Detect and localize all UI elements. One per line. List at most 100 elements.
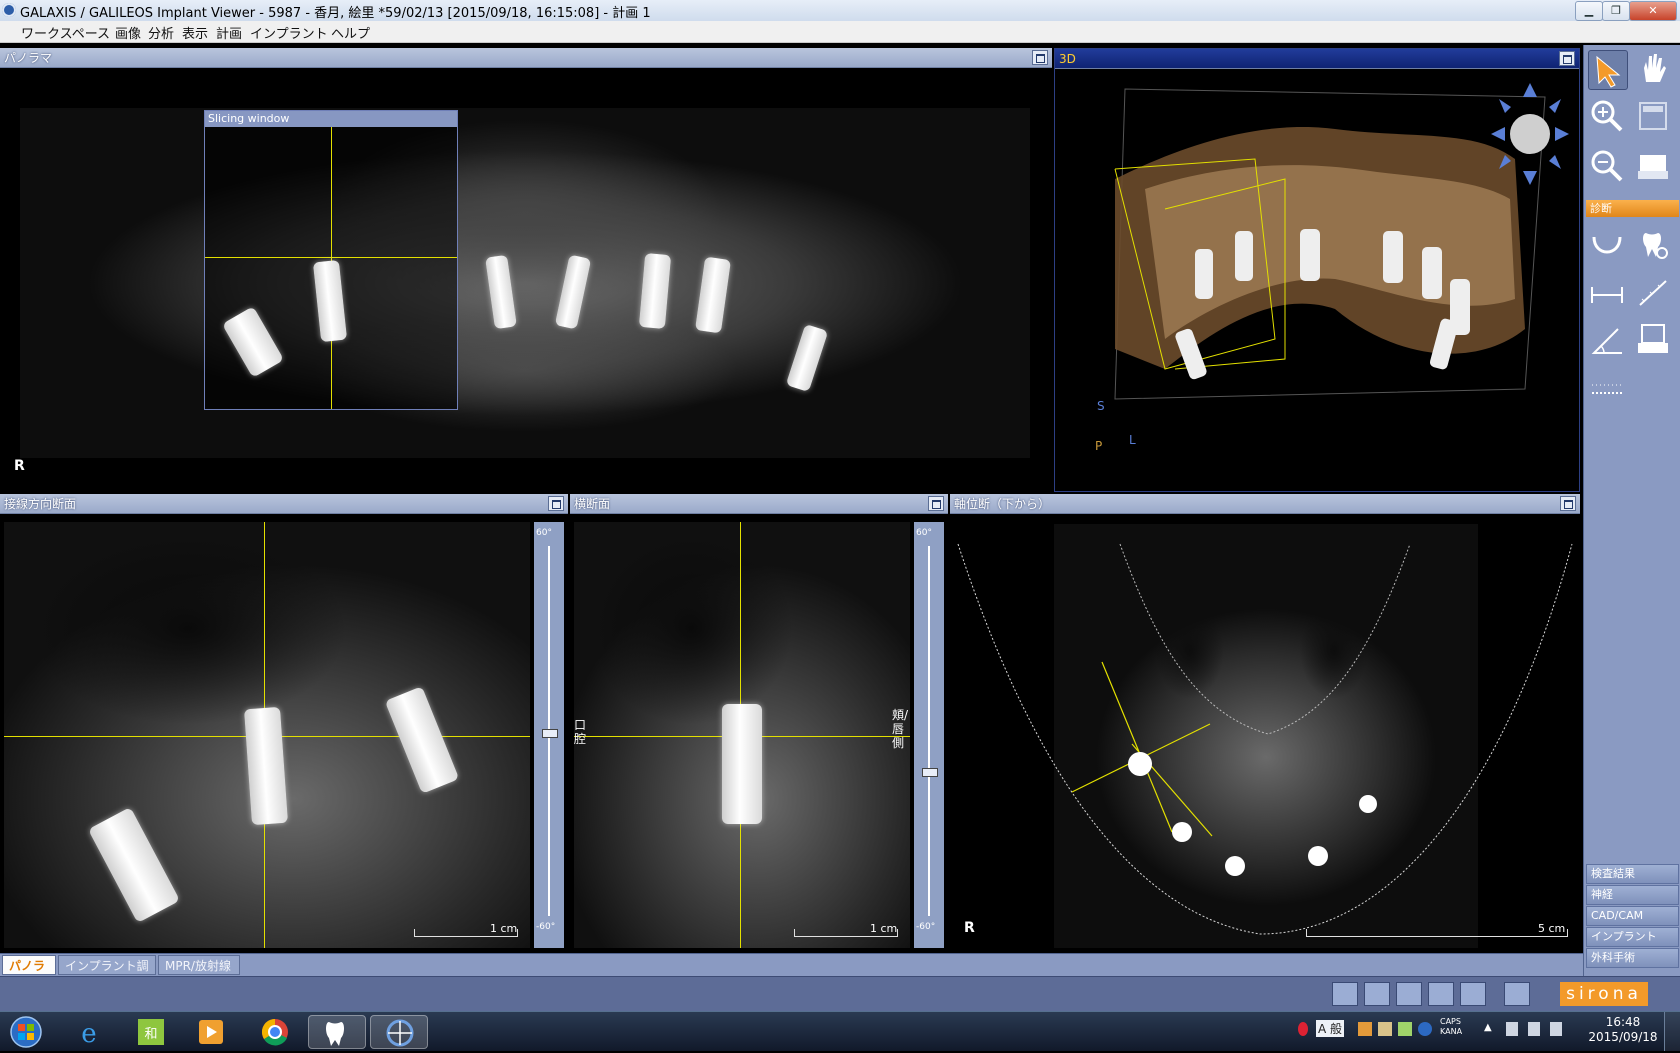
clock[interactable]: 16:48 2015/09/18 bbox=[1588, 1015, 1658, 1045]
menu-image[interactable]: 画像 bbox=[110, 23, 146, 42]
slider-min-label: -60° bbox=[916, 922, 936, 932]
implant[interactable] bbox=[1225, 856, 1245, 876]
tray-app-icon[interactable] bbox=[1378, 1022, 1392, 1036]
slider-thumb[interactable] bbox=[542, 729, 558, 738]
view-layout-4-icon[interactable] bbox=[1428, 982, 1454, 1006]
galaxis-app-icon[interactable] bbox=[2, 3, 16, 17]
show-desktop-button[interactable] bbox=[1664, 1012, 1680, 1051]
maximize-icon[interactable] bbox=[1560, 496, 1576, 511]
select-arrow-icon[interactable] bbox=[1588, 50, 1628, 90]
menu-plan[interactable]: 計画 bbox=[211, 23, 247, 42]
toolbar-item-surgery[interactable]: 外科手術 bbox=[1586, 948, 1679, 968]
tab-implant-adjust[interactable]: インプラント調整 bbox=[58, 955, 156, 993]
menu-workspace[interactable]: ワークスペース bbox=[16, 23, 115, 42]
implant[interactable] bbox=[1172, 822, 1192, 842]
implant[interactable] bbox=[1128, 752, 1152, 776]
scale-bar bbox=[1306, 929, 1568, 937]
report-icon[interactable] bbox=[1634, 321, 1672, 359]
menu-view[interactable]: 表示 bbox=[177, 23, 213, 42]
section-diagnosis: 診断 bbox=[1586, 200, 1679, 217]
restore-button[interactable]: ❐ bbox=[1602, 1, 1630, 21]
tangential-panel-header: 接線方向断面 bbox=[0, 494, 568, 514]
maximize-icon[interactable] bbox=[928, 496, 944, 511]
tray-app-icon[interactable] bbox=[1398, 1022, 1412, 1036]
show-hidden-icons-icon[interactable]: ▲ bbox=[1484, 1022, 1492, 1033]
implant[interactable] bbox=[221, 306, 285, 378]
scale-label: 1 cm bbox=[870, 922, 898, 935]
view-layout-2-icon[interactable] bbox=[1364, 982, 1390, 1006]
action-center-icon[interactable] bbox=[1528, 1022, 1540, 1036]
ime-mode-indicator[interactable]: A 般 bbox=[1316, 1020, 1345, 1037]
toolbar-item-implant[interactable]: インプラント bbox=[1586, 927, 1679, 947]
start-button-icon[interactable] bbox=[2, 1015, 50, 1049]
caps-indicator: CAPS bbox=[1440, 1017, 1461, 1026]
tooth-settings-icon[interactable] bbox=[1634, 225, 1672, 263]
slicing-window-title: Slicing window bbox=[205, 111, 457, 127]
print-area-icon[interactable] bbox=[1634, 147, 1672, 185]
view3d-panel-title: 3D bbox=[1059, 52, 1076, 66]
angle-measure-icon[interactable] bbox=[1588, 321, 1626, 359]
distance-measure-icon[interactable] bbox=[1588, 273, 1626, 311]
pan-hand-icon[interactable] bbox=[1634, 50, 1672, 88]
slider-track[interactable] bbox=[928, 546, 930, 916]
angle-slider[interactable]: 60° -60° bbox=[914, 522, 944, 948]
tray-app-icon[interactable] bbox=[1358, 1022, 1372, 1036]
toolbar-item-cadcam[interactable]: CAD/CAM bbox=[1586, 906, 1679, 926]
implant[interactable] bbox=[1359, 795, 1377, 813]
slicing-window[interactable]: Slicing window bbox=[204, 110, 458, 410]
notification-flag-icon[interactable] bbox=[1298, 1022, 1308, 1036]
implant[interactable] bbox=[1308, 846, 1328, 866]
menu-implant[interactable]: インプラント bbox=[245, 23, 333, 42]
media-player-icon[interactable] bbox=[186, 1015, 236, 1049]
axial-panel-header: 軸位断（下から） bbox=[950, 494, 1580, 514]
view-layout-5-icon[interactable] bbox=[1460, 982, 1486, 1006]
orientation-label: R bbox=[964, 920, 975, 936]
tab-mpr-radiology[interactable]: MPR/放射線 bbox=[158, 955, 240, 975]
ime-tool-icon[interactable]: 和 bbox=[126, 1015, 176, 1049]
panorama-panel-header: パノラマ bbox=[0, 48, 1052, 68]
maximize-icon[interactable] bbox=[548, 496, 564, 511]
view-layout-1-icon[interactable] bbox=[1332, 982, 1358, 1006]
axial-overlay[interactable] bbox=[950, 514, 1580, 952]
toolbar-item-nerve[interactable]: 神経 bbox=[1586, 885, 1679, 905]
cross-section-panel-header: 横断面 bbox=[570, 494, 948, 514]
sidexis-icon[interactable] bbox=[308, 1015, 366, 1049]
view3d-panel: 3D S P L bbox=[1054, 48, 1580, 492]
kana-indicator: KANA bbox=[1440, 1027, 1463, 1036]
galaxis-icon[interactable] bbox=[370, 1015, 428, 1049]
maximize-icon[interactable] bbox=[1559, 51, 1575, 66]
menu-analysis[interactable]: 分析 bbox=[143, 23, 179, 42]
head-orientation-icon[interactable] bbox=[1487, 79, 1573, 189]
minimize-button[interactable]: ▁ bbox=[1575, 1, 1603, 21]
path-measure-icon[interactable] bbox=[1634, 273, 1672, 311]
tooth-report-icon[interactable] bbox=[1504, 982, 1530, 1006]
axis-p-label: P bbox=[1095, 439, 1103, 453]
close-button[interactable]: ✕ bbox=[1629, 1, 1677, 21]
internet-explorer-icon[interactable]: e bbox=[64, 1015, 114, 1049]
toolbar-item-findings[interactable]: 検査結果 bbox=[1586, 864, 1679, 884]
crosshair-horizontal[interactable] bbox=[205, 257, 457, 258]
view-layout-3-icon[interactable] bbox=[1396, 982, 1422, 1006]
svg-text:和: 和 bbox=[144, 1027, 157, 1042]
chrome-icon[interactable] bbox=[250, 1015, 300, 1049]
help-icon[interactable] bbox=[1418, 1022, 1432, 1036]
implant[interactable] bbox=[312, 259, 348, 343]
tab-panorama[interactable]: パノラマ bbox=[2, 955, 56, 993]
menu-bar: ワークスペース 画像 分析 表示 計画 インプラント ヘルプ bbox=[0, 21, 1680, 43]
implant[interactable] bbox=[722, 704, 762, 824]
speaker-icon[interactable] bbox=[1506, 1022, 1518, 1036]
zoom-in-icon[interactable] bbox=[1588, 97, 1626, 135]
right-toolbar: 診断 検査結果 神経 CAD/CAM インプラント 外科手術 bbox=[1583, 45, 1680, 980]
cross-section-panel-title: 横断面 bbox=[574, 497, 611, 511]
slider-max-label: 60° bbox=[536, 528, 552, 538]
density-measure-icon[interactable] bbox=[1588, 369, 1626, 407]
menu-help[interactable]: ヘルプ bbox=[326, 23, 375, 42]
network-icon[interactable] bbox=[1550, 1022, 1562, 1036]
zoom-out-icon[interactable] bbox=[1588, 147, 1626, 185]
slider-thumb[interactable] bbox=[922, 768, 938, 777]
maximize-icon[interactable] bbox=[1032, 50, 1048, 65]
angle-slider[interactable]: 60° -60° bbox=[534, 522, 564, 948]
panorama-image[interactable] bbox=[20, 108, 1030, 458]
window-level-icon[interactable] bbox=[1634, 97, 1672, 135]
panoramic-curve-icon[interactable] bbox=[1588, 225, 1626, 263]
